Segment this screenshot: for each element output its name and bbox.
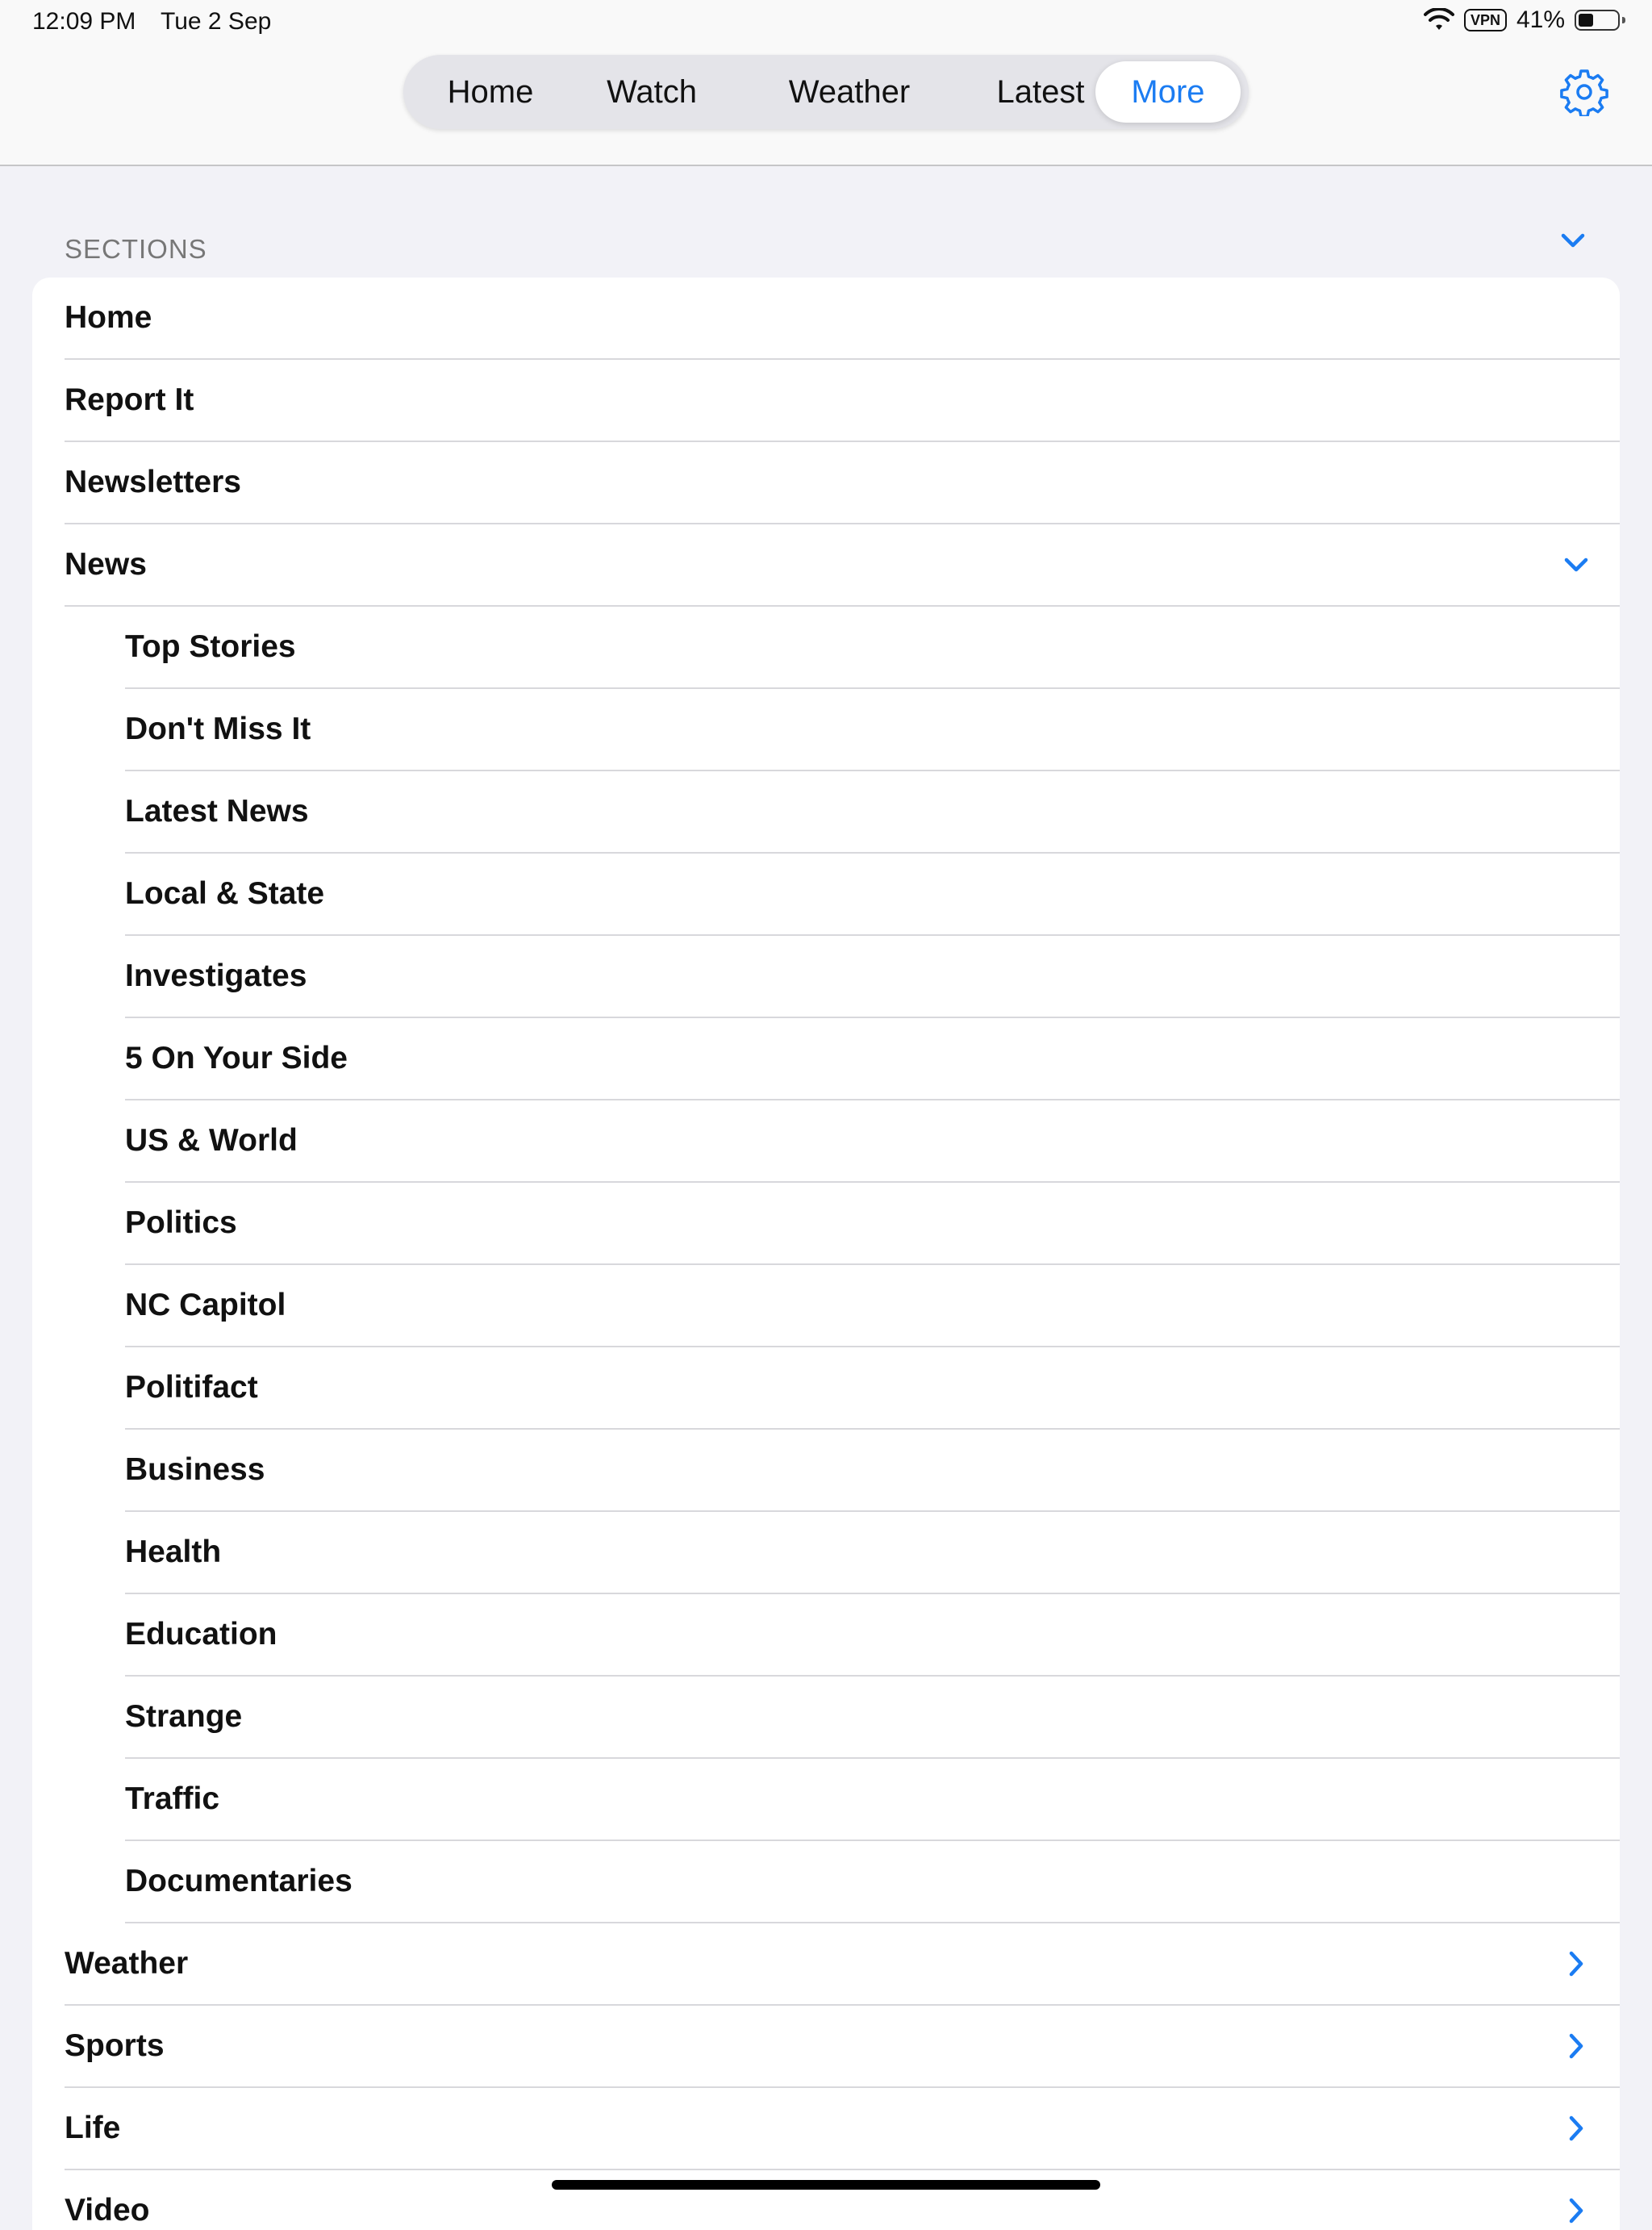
- list-item-label: Report It: [65, 382, 194, 417]
- list-item-education[interactable]: Education: [125, 1594, 1620, 1677]
- chevron-down-icon[interactable]: [1558, 226, 1587, 255]
- battery-level: [1579, 14, 1593, 27]
- list-item-label: US & World: [125, 1123, 298, 1158]
- status-right: VPN 41%: [1423, 6, 1625, 34]
- list-item-nc-capitol[interactable]: NC Capitol: [125, 1265, 1620, 1347]
- list-item-home[interactable]: Home: [65, 278, 1620, 360]
- list-item-health[interactable]: Health: [125, 1512, 1620, 1594]
- list-item-life[interactable]: Life: [65, 2088, 1620, 2170]
- list-item-label: Sports: [65, 2028, 165, 2063]
- list-item-label: Strange: [125, 1699, 243, 1734]
- list-item-label: Don't Miss It: [125, 712, 311, 746]
- list-item-traffic[interactable]: Traffic: [125, 1759, 1620, 1841]
- tab-home[interactable]: Home: [423, 61, 558, 123]
- tab-watch[interactable]: Watch: [571, 61, 732, 123]
- settings-gear-icon[interactable]: [1560, 68, 1608, 116]
- list-item-label: Weather: [65, 1946, 189, 1981]
- list-item-documentaries[interactable]: Documentaries: [125, 1841, 1620, 1923]
- list-item-label: Politics: [125, 1205, 237, 1240]
- list-item-us-world[interactable]: US & World: [125, 1100, 1620, 1183]
- sections-header: SECTIONS: [65, 234, 207, 264]
- nav-segmented-control: Home Watch Weather Latest More: [403, 55, 1249, 129]
- list-item-label: 5 On Your Side: [125, 1041, 348, 1075]
- top-header: 12:09 PM Tue 2 Sep VPN 41% Home Watch We…: [0, 0, 1652, 166]
- list-item-news[interactable]: News: [65, 524, 1620, 607]
- list-item-label: Top Stories: [125, 629, 296, 664]
- chevron-right-icon: [1569, 1951, 1583, 1977]
- list-item-sports[interactable]: Sports: [65, 2006, 1620, 2088]
- list-item-investigates[interactable]: Investigates: [125, 936, 1620, 1018]
- list-item-label: Politifact: [125, 1370, 258, 1405]
- list-item-weather[interactable]: Weather: [65, 1923, 1620, 2006]
- status-bar: 12:09 PM Tue 2 Sep VPN 41%: [0, 0, 1652, 44]
- list-item-label: Newsletters: [65, 465, 241, 499]
- list-item-dont-miss-it[interactable]: Don't Miss It: [125, 689, 1620, 771]
- battery-percent: 41%: [1516, 6, 1565, 33]
- list-item-latest-news[interactable]: Latest News: [125, 771, 1620, 854]
- list-item-politifact[interactable]: Politifact: [125, 1347, 1620, 1430]
- list-item-business[interactable]: Business: [125, 1430, 1620, 1512]
- list-item-label: Documentaries: [125, 1864, 353, 1898]
- list-item-label: Traffic: [125, 1781, 220, 1816]
- list-item-newsletters[interactable]: Newsletters: [65, 442, 1620, 524]
- status-date: Tue 2 Sep: [161, 8, 272, 35]
- tab-more[interactable]: More: [1095, 61, 1241, 123]
- chevron-right-icon: [1569, 2115, 1583, 2141]
- list-item-label: Local & State: [125, 876, 325, 911]
- list-item-local-state[interactable]: Local & State: [125, 854, 1620, 936]
- list-item-label: News: [65, 547, 147, 582]
- list-item-label: NC Capitol: [125, 1288, 286, 1322]
- tab-weather[interactable]: Weather: [750, 61, 949, 123]
- list-item-politics[interactable]: Politics: [125, 1183, 1620, 1265]
- list-item-5-on-your-side[interactable]: 5 On Your Side: [125, 1018, 1620, 1100]
- list-item-strange[interactable]: Strange: [125, 1677, 1620, 1759]
- list-item-label: Education: [125, 1617, 277, 1652]
- vpn-badge: VPN: [1463, 9, 1507, 31]
- list-item-label: Health: [125, 1535, 222, 1569]
- list-item-label: Latest News: [125, 794, 309, 829]
- wifi-icon: [1423, 8, 1454, 30]
- list-item-report-it[interactable]: Report It: [65, 360, 1620, 442]
- battery-nub: [1622, 17, 1625, 23]
- list-item-label: Life: [65, 2111, 121, 2145]
- list-item-label: Home: [65, 300, 152, 335]
- list-item-top-stories[interactable]: Top Stories: [125, 607, 1620, 689]
- battery-icon: [1575, 10, 1625, 31]
- home-indicator[interactable]: [552, 2180, 1100, 2190]
- sections-list: Home Report It Newsletters News Top Stor…: [32, 278, 1620, 2230]
- chevron-right-icon: [1569, 2198, 1583, 2224]
- chevron-down-icon: [1564, 558, 1588, 572]
- chevron-right-icon: [1569, 2033, 1583, 2059]
- list-item-label: Investigates: [125, 958, 307, 993]
- list-item-label: Business: [125, 1452, 265, 1487]
- list-item-label: Video: [65, 2193, 150, 2228]
- status-time: 12:09 PM: [32, 8, 136, 35]
